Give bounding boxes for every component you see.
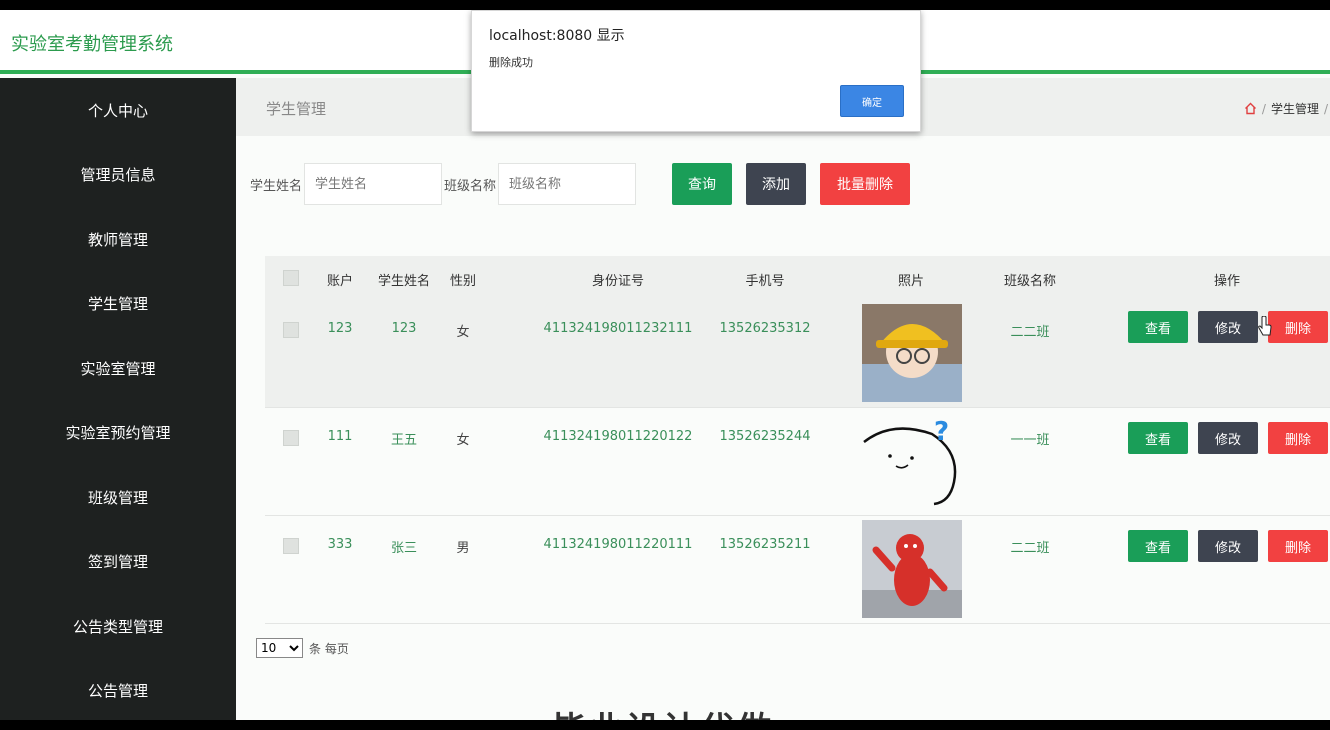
delete-button[interactable]: 删除: [1268, 422, 1328, 454]
search-row: 学生姓名 班级名称 查询 添加 批量删除: [250, 162, 911, 206]
dialog-title: localhost:8080 显示: [489, 28, 625, 44]
batch-delete-button[interactable]: 批量删除: [820, 163, 911, 205]
breadcrumb: / 学生管理 /: [1244, 100, 1328, 117]
cell-student-name: 张三: [390, 541, 417, 556]
alert-dialog: localhost:8080 显示 删除成功 确定: [471, 10, 921, 132]
student-photo: [862, 520, 962, 618]
cell-phone: 13526235211: [719, 537, 811, 552]
row-checkbox[interactable]: [283, 322, 299, 338]
hand-cursor-icon: [1258, 315, 1272, 342]
header-account: 账户: [326, 274, 353, 289]
select-all-checkbox[interactable]: [283, 270, 299, 286]
view-button[interactable]: 查看: [1128, 311, 1188, 343]
page-size-suffix: 条 每页: [309, 641, 349, 656]
cell-class-name: 一一班: [1010, 433, 1050, 448]
cell-gender: 女: [456, 433, 470, 448]
sidebar-item-admin-info[interactable]: 管理员信息: [0, 143, 236, 208]
cell-student-name: 王五: [390, 433, 417, 448]
header-actions: 操作: [1213, 274, 1240, 289]
view-button[interactable]: 查看: [1128, 530, 1188, 562]
cell-gender: 女: [456, 325, 470, 340]
class-name-input[interactable]: [498, 163, 637, 205]
svg-text:?: ?: [934, 417, 949, 447]
student-name-label: 学生姓名: [250, 178, 303, 194]
cell-phone: 13526235244: [719, 429, 811, 444]
cell-student-name: 123: [391, 321, 417, 336]
cell-account: 123: [327, 321, 353, 336]
page-size-select[interactable]: 10: [256, 638, 303, 658]
header-student-name: 学生姓名: [377, 274, 430, 289]
sidebar-item-notice-management[interactable]: 公告管理: [0, 659, 236, 721]
student-photo: [862, 304, 962, 402]
dialog-ok-button[interactable]: 确定: [840, 85, 904, 117]
student-photo: ?: [862, 412, 962, 510]
header-gender: 性别: [449, 274, 476, 289]
dialog-message: 删除成功: [489, 56, 533, 69]
class-name-label: 班级名称: [444, 178, 497, 194]
edit-button[interactable]: 修改: [1198, 311, 1258, 343]
cell-gender: 男: [456, 541, 470, 556]
header-class-name: 班级名称: [1003, 274, 1056, 289]
sidebar-item-notice-type[interactable]: 公告类型管理: [0, 594, 236, 659]
breadcrumb-separator: /: [1261, 101, 1266, 116]
table-header: 账户 学生姓名 性别 身份证号 手机号 照片 班级名称 操作: [265, 256, 1330, 300]
cell-class-name: 二二班: [1010, 541, 1050, 556]
header-id-number: 身份证号: [591, 274, 644, 289]
sidebar-item-student-management[interactable]: 学生管理: [0, 272, 236, 337]
row-checkbox[interactable]: [283, 430, 299, 446]
sidebar-item-teacher-management[interactable]: 教师管理: [0, 207, 236, 272]
add-button[interactable]: 添加: [746, 163, 807, 205]
cell-account: 333: [327, 537, 353, 552]
page-title: 学生管理: [266, 100, 327, 118]
edit-button[interactable]: 修改: [1198, 530, 1258, 562]
delete-button[interactable]: 删除: [1268, 530, 1328, 562]
sidebar-item-class-management[interactable]: 班级管理: [0, 465, 236, 530]
student-table: 账户 学生姓名 性别 身份证号 手机号 照片 班级名称 操作 123 123 女…: [265, 256, 1330, 624]
app-frame: 实验室考勤管理系统 个人中心 管理员信息 教师管理 学生管理 实验室管理 实验室…: [0, 10, 1330, 720]
view-button[interactable]: 查看: [1128, 422, 1188, 454]
header-photo: 照片: [897, 274, 924, 289]
home-icon[interactable]: [1244, 102, 1257, 115]
cell-account: 111: [327, 429, 353, 444]
sidebar-item-sign-in-management[interactable]: 签到管理: [0, 530, 236, 595]
header-phone: 手机号: [745, 274, 785, 289]
sidebar-item-personal-center[interactable]: 个人中心: [0, 78, 236, 143]
breadcrumb-separator: /: [1323, 101, 1328, 116]
delete-button[interactable]: 删除: [1268, 311, 1328, 343]
table-row: 123 123 女 411324198011232111 13526235312…: [265, 300, 1330, 408]
bottom-watermark-text: 毕业设计代做: [552, 702, 774, 720]
query-button[interactable]: 查询: [672, 163, 733, 205]
cell-phone: 13526235312: [719, 321, 811, 336]
pagination: 10 条 每页: [256, 638, 349, 658]
edit-button[interactable]: 修改: [1198, 422, 1258, 454]
sidebar: 个人中心 管理员信息 教师管理 学生管理 实验室管理 实验室预约管理 班级管理 …: [0, 78, 236, 720]
row-checkbox[interactable]: [283, 538, 299, 554]
breadcrumb-item-student-management[interactable]: 学生管理: [1271, 100, 1319, 117]
table-row: 111 王五 女 411324198011220122 13526235244 …: [265, 408, 1330, 516]
table-row: 333 张三 男 411324198011220111 13526235211 …: [265, 516, 1330, 624]
sidebar-item-lab-booking[interactable]: 实验室预约管理: [0, 401, 236, 466]
app-title: 实验室考勤管理系统: [11, 34, 173, 55]
sidebar-item-lab-management[interactable]: 实验室管理: [0, 336, 236, 401]
student-name-input[interactable]: [304, 163, 443, 205]
cell-class-name: 二二班: [1010, 325, 1050, 340]
